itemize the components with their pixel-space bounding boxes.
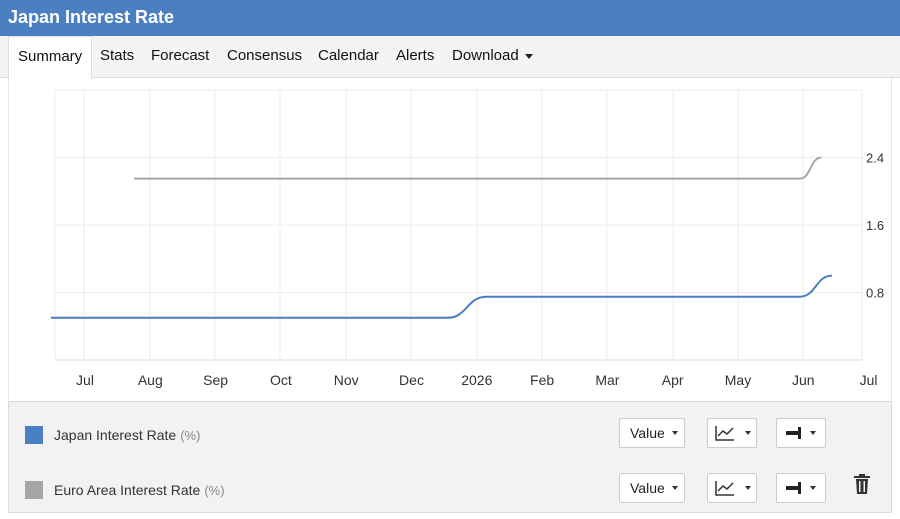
chart-svg: Jul Aug Sep Oct Nov Dec 2026 Feb Mar Apr May Jun Jul…	[50, 89, 884, 388]
legend-name-japan: Japan Interest Rate	[54, 427, 177, 443]
line-chart-icon	[715, 481, 734, 496]
chart-area: Jul Aug Sep Oct Nov Dec 2026 Feb Mar Apr May Jun Jul…	[8, 78, 892, 400]
y-tick-label: 1.6	[866, 218, 884, 233]
series-line-japan	[50, 274, 833, 319]
line-chart-icon	[715, 426, 734, 441]
legend-label-japan: Japan Interest Rate (%)	[54, 427, 200, 443]
tab-consensus[interactable]: Consensus	[227, 36, 302, 78]
tab-bar: Summary Stats Forecast Consensus Calenda…	[0, 36, 900, 79]
legend-name-euro: Euro Area Interest Rate	[54, 482, 201, 498]
value-dropdown-label: Value	[630, 425, 665, 441]
tab-stats[interactable]: Stats	[100, 36, 134, 78]
bar-style-icon	[786, 427, 801, 439]
chevron-down-icon	[745, 431, 751, 435]
title-bar: Japan Interest Rate	[0, 0, 900, 36]
chevron-down-icon	[672, 486, 678, 490]
page-title: Japan Interest Rate	[8, 7, 175, 27]
legend-row-japan: Japan Interest Rate (%) Value	[9, 406, 893, 456]
tab-download[interactable]: Download	[452, 36, 533, 78]
tab-summary[interactable]: Summary	[8, 36, 93, 79]
style-dropdown-japan[interactable]	[776, 418, 826, 448]
y-tick-label: 2.4	[866, 151, 884, 166]
legend-swatch-euro	[25, 481, 43, 499]
x-tick-label: Jul	[860, 372, 878, 388]
chevron-down-icon	[810, 486, 816, 490]
x-tick-label: Feb	[530, 372, 554, 388]
value-dropdown-japan[interactable]: Value	[619, 418, 685, 448]
x-tick-label: Mar	[595, 372, 619, 388]
trash-icon[interactable]	[852, 473, 872, 495]
x-tick-label: May	[725, 372, 751, 388]
x-tick-label: Jul	[76, 372, 94, 388]
x-tick-label: Apr	[662, 372, 684, 388]
x-tick-label: Jun	[792, 372, 815, 388]
chevron-down-icon	[745, 486, 751, 490]
y-tick-label: 0.8	[866, 286, 884, 301]
tab-download-label: Download	[452, 47, 519, 64]
legend-swatch-japan	[25, 426, 43, 444]
legend-label-euro: Euro Area Interest Rate (%)	[54, 482, 225, 498]
bar-style-icon	[786, 482, 801, 494]
series-line-euro	[134, 156, 822, 180]
value-dropdown-euro[interactable]: Value	[619, 473, 685, 503]
x-tick-label: Sep	[203, 372, 228, 388]
legend-panel: Japan Interest Rate (%) Value Euro Area I…	[8, 401, 892, 513]
tab-calendar[interactable]: Calendar	[318, 36, 379, 78]
x-tick-label: 2026	[461, 372, 492, 388]
legend-row-euro: Euro Area Interest Rate (%) Value	[9, 461, 893, 511]
x-tick-label: Aug	[138, 372, 163, 388]
chevron-down-icon	[524, 53, 533, 59]
style-dropdown-euro[interactable]	[776, 473, 826, 503]
x-tick-label: Oct	[270, 372, 292, 388]
chart-type-dropdown-euro[interactable]	[707, 473, 757, 503]
value-dropdown-label: Value	[630, 480, 665, 496]
legend-unit-japan: (%)	[180, 428, 201, 443]
x-tick-label: Dec	[399, 372, 424, 388]
chevron-down-icon	[672, 431, 678, 435]
chart-type-dropdown-japan[interactable]	[707, 418, 757, 448]
legend-unit-euro: (%)	[204, 483, 225, 498]
tab-forecast[interactable]: Forecast	[151, 36, 209, 78]
chevron-down-icon	[810, 431, 816, 435]
tab-alerts[interactable]: Alerts	[396, 36, 434, 78]
x-tick-label: Nov	[334, 372, 359, 388]
